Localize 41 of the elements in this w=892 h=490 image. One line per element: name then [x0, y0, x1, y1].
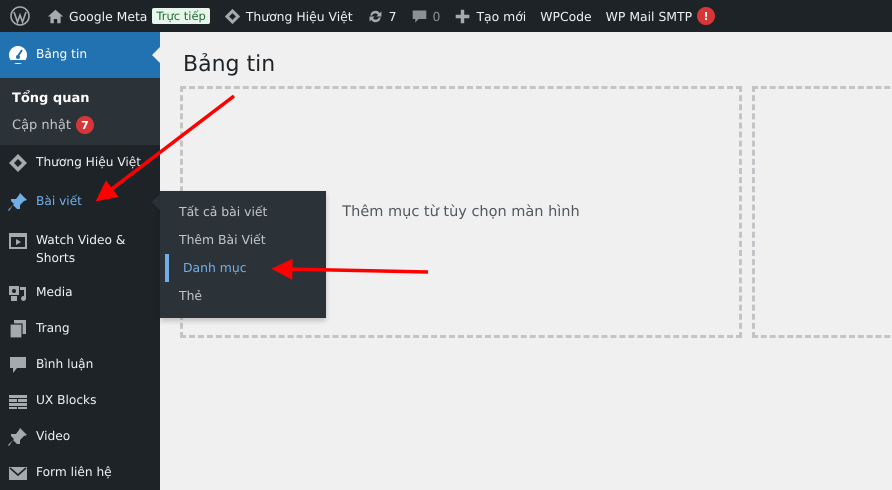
alert-badge: !	[697, 7, 716, 25]
pointer-notch	[152, 47, 160, 63]
comment-icon	[8, 355, 28, 375]
plus-icon	[454, 8, 472, 24]
menu-item[interactable]: Thương Hiệu Việt	[0, 145, 160, 181]
submenu-item[interactable]: Cập nhật 7	[0, 111, 160, 139]
menu-item[interactable]: Form liên hệ	[0, 455, 160, 490]
flyout-item[interactable]: Thẻ	[160, 282, 326, 310]
flyout-item[interactable]: Thêm Bài Viết	[160, 226, 326, 254]
new-link[interactable]: Tạo mới	[447, 0, 534, 32]
diamond-logo-icon	[8, 153, 28, 173]
menu-item[interactable]: Bình luận	[0, 347, 160, 383]
flyout-item[interactable]: Danh mục	[165, 254, 326, 282]
menu-item[interactable]: Watch Video & Shorts	[0, 223, 160, 275]
brand-link[interactable]: Thương Hiệu Việt	[216, 0, 360, 32]
gauge-icon	[8, 45, 28, 65]
film-icon	[8, 231, 28, 251]
diamond-logo-icon	[224, 8, 241, 24]
comment-icon	[410, 8, 428, 24]
menu-item[interactable]: Video	[0, 419, 160, 455]
wordpress-logo-icon	[7, 6, 33, 26]
submenu-item[interactable]: Tổng quan	[0, 86, 160, 111]
flyout-item[interactable]: Tất cả bài viết	[160, 198, 326, 226]
mail-smtp-link[interactable]: WP Mail SMTP !	[598, 0, 722, 32]
menu-item[interactable]: Bảng tin	[0, 32, 160, 78]
comments-link[interactable]: 0	[404, 0, 448, 32]
page-title: Bảng tin	[183, 52, 276, 77]
site-link[interactable]: Google Meta Trực tiếp	[40, 0, 217, 32]
pages-icon	[8, 319, 28, 339]
updates-link[interactable]: 7	[360, 0, 404, 32]
menu-item[interactable]: Trang	[0, 311, 160, 347]
menu-item[interactable]: UX Blocks	[0, 383, 160, 419]
menu-item[interactable]: Media	[0, 275, 160, 311]
empty-hint: Thêm mục từ tùy chọn màn hình	[342, 204, 580, 220]
media-icon	[8, 283, 28, 303]
wpcode-link[interactable]: WPCode	[533, 0, 599, 32]
pushpin-icon	[8, 427, 28, 447]
home-icon	[47, 8, 64, 24]
count-badge: 7	[76, 116, 94, 134]
live-badge: Trực tiếp	[152, 8, 210, 24]
pushpin-icon	[8, 192, 28, 212]
